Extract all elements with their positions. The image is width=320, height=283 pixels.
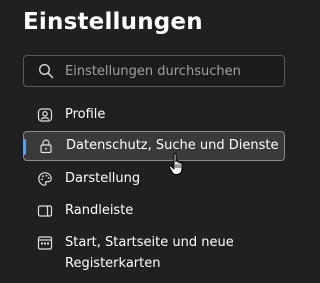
profile-icon (37, 108, 53, 122)
sidebar-item-label-line2: Registerkarten (65, 256, 161, 271)
search-input[interactable] (65, 56, 280, 86)
sidebar-item-profile[interactable]: Profile (23, 101, 285, 129)
sidebar-item-label-line1: Start, Startseite und neue (65, 235, 234, 250)
hand-cursor-icon (168, 153, 183, 176)
sidebar-item-appearance[interactable]: Darstellung (23, 165, 285, 193)
sidebar-item-label: Darstellung (65, 171, 141, 186)
sidebar-item-label: Randleiste (65, 203, 134, 218)
search-icon (38, 63, 54, 79)
sidebar-item-label: Datenschutz, Suche und Dienste (66, 138, 279, 153)
palette-icon (38, 172, 52, 186)
sidebar-icon (37, 205, 53, 217)
sidebar-item-sidebar[interactable]: Randleiste (23, 197, 285, 225)
search-box[interactable] (23, 55, 285, 87)
page-title: Einstellungen (23, 9, 203, 35)
sidebar-item-label: Profile (65, 107, 106, 122)
home-tabs-icon (37, 236, 53, 250)
lock-icon (40, 139, 52, 154)
sidebar-item-privacy[interactable]: Datenschutz, Suche und Dienste (23, 131, 285, 161)
sidebar-item-start-home-tabs[interactable]: Start, Startseite und neue Registerkarte… (23, 229, 285, 275)
